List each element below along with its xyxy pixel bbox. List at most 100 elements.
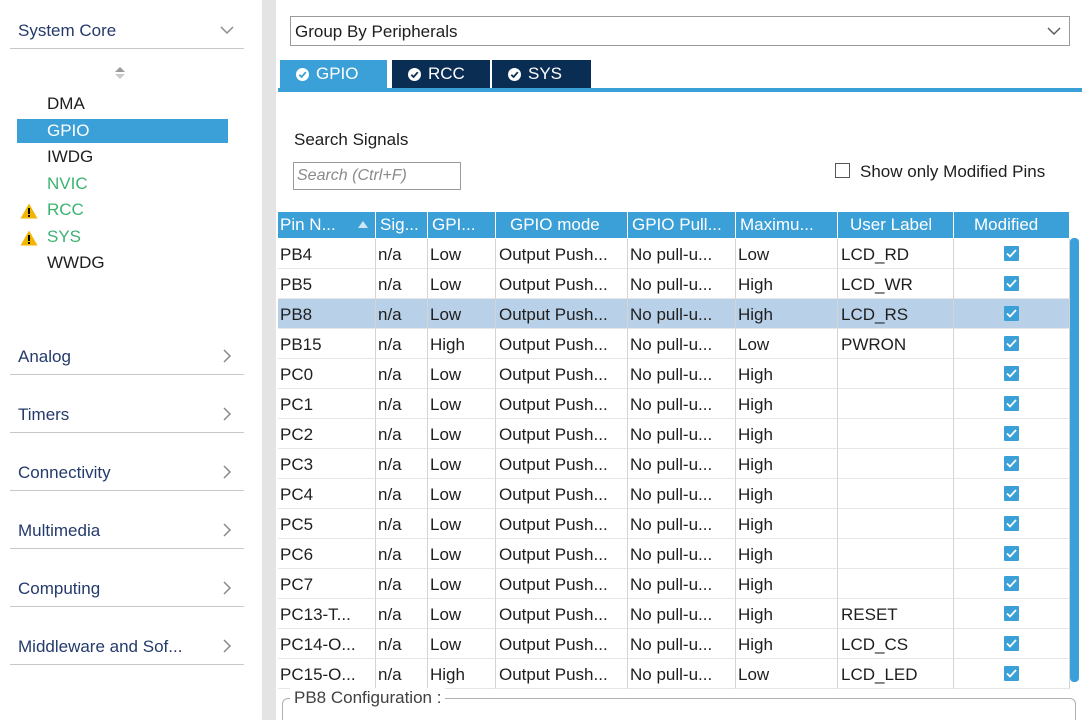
cell-max: High — [736, 539, 838, 569]
column-header-max[interactable]: Maximu... — [736, 212, 838, 238]
group-by-select[interactable]: Group By Peripherals — [290, 16, 1070, 46]
show-modified-checkbox[interactable] — [835, 163, 850, 178]
search-signals-input[interactable] — [293, 162, 461, 190]
cell-gpio: Low — [428, 509, 496, 539]
modified-cell[interactable] — [954, 389, 1070, 419]
table-row[interactable]: PC14-O... n/a Low Output Push... No pull-u..… — [278, 629, 1070, 659]
cell-pull: No pull-u... — [628, 329, 736, 359]
cell-max: High — [736, 599, 838, 629]
cell-pin: PB4 — [278, 239, 376, 269]
table-row[interactable]: PC13-T... n/a Low Output Push... No pull-u..… — [278, 599, 1070, 629]
peripheral-item-sys[interactable]: SYS — [17, 225, 228, 249]
category-label: Timers — [18, 405, 70, 424]
category-analog[interactable]: Analog — [18, 347, 244, 367]
panel-divider[interactable] — [262, 0, 276, 720]
modified-cell[interactable] — [954, 269, 1070, 299]
table-row[interactable]: PC4 n/a Low Output Push... No pull-u... High — [278, 479, 1070, 509]
modified-cell[interactable] — [954, 239, 1070, 269]
cell-gpio: High — [428, 329, 496, 359]
checkbox-checked-icon[interactable] — [1004, 336, 1019, 351]
checkbox-checked-icon[interactable] — [1004, 306, 1019, 321]
checkbox-checked-icon[interactable] — [1004, 516, 1019, 531]
tab-gpio[interactable]: GPIO — [280, 60, 387, 89]
modified-cell[interactable] — [954, 299, 1070, 329]
table-row[interactable]: PB5 n/a Low Output Push... No pull-u... High L… — [278, 269, 1070, 299]
column-header-label: Pin N... — [280, 215, 336, 234]
checkbox-checked-icon[interactable] — [1004, 576, 1019, 591]
checkbox-checked-icon[interactable] — [1004, 246, 1019, 261]
modified-cell[interactable] — [954, 509, 1070, 539]
cell-pull: No pull-u... — [628, 659, 736, 689]
table-row[interactable]: PC3 n/a Low Output Push... No pull-u... High — [278, 449, 1070, 479]
checkbox-checked-icon[interactable] — [1004, 546, 1019, 561]
cell-pin: PC3 — [278, 449, 376, 479]
modified-cell[interactable] — [954, 479, 1070, 509]
peripheral-item-nvic[interactable]: NVIC — [17, 172, 228, 196]
modified-cell[interactable] — [954, 659, 1070, 689]
table-row[interactable]: PC7 n/a Low Output Push... No pull-u... High — [278, 569, 1070, 599]
checkbox-checked-icon[interactable] — [1004, 666, 1019, 681]
checkbox-checked-icon[interactable] — [1004, 366, 1019, 381]
column-header-pin[interactable]: Pin N... — [278, 212, 376, 238]
table-row[interactable]: PC0 n/a Low Output Push... No pull-u... High — [278, 359, 1070, 389]
divider — [10, 48, 244, 49]
cell-signal: n/a — [376, 329, 428, 359]
cell-label — [838, 359, 954, 389]
checkbox-checked-icon[interactable] — [1004, 486, 1019, 501]
cell-label — [838, 419, 954, 449]
checkbox-checked-icon[interactable] — [1004, 456, 1019, 471]
modified-cell[interactable] — [954, 449, 1070, 479]
checkbox-checked-icon[interactable] — [1004, 606, 1019, 621]
tab-underline — [278, 88, 1082, 92]
vertical-scrollbar[interactable] — [1070, 238, 1079, 682]
modified-cell[interactable] — [954, 569, 1070, 599]
table-row[interactable]: PB4 n/a Low Output Push... No pull-u... Low LC… — [278, 239, 1070, 269]
column-header-signal[interactable]: Sig... — [376, 212, 428, 238]
column-header-pull[interactable]: GPIO Pull... — [628, 212, 736, 238]
column-header-label: Sig... — [380, 215, 419, 234]
table-row[interactable]: PC1 n/a Low Output Push... No pull-u... High — [278, 389, 1070, 419]
table-row[interactable]: PC15-O... n/a High Output Push... No pull-u.… — [278, 659, 1070, 689]
cell-max: Low — [736, 239, 838, 269]
cell-gpio: Low — [428, 629, 496, 659]
column-header-gpio[interactable]: GPI... — [428, 212, 496, 238]
table-row[interactable]: PC6 n/a Low Output Push... No pull-u... High — [278, 539, 1070, 569]
cell-pin: PC6 — [278, 539, 376, 569]
peripheral-item-dma[interactable]: DMA — [17, 92, 228, 116]
modified-cell[interactable] — [954, 359, 1070, 389]
peripheral-item-iwdg[interactable]: IWDG — [17, 145, 228, 169]
category-middleware-and-sof[interactable]: Middleware and Sof... — [18, 637, 244, 657]
category-system-core[interactable]: System Core — [18, 21, 244, 41]
modified-cell[interactable] — [954, 629, 1070, 659]
table-row[interactable]: PB15 n/a High Output Push... No pull-u... Low… — [278, 329, 1070, 359]
peripheral-item-wwdg[interactable]: WWDG — [17, 251, 228, 275]
cell-signal: n/a — [376, 419, 428, 449]
column-header-modified[interactable]: Modified — [954, 212, 1070, 238]
cell-signal: n/a — [376, 569, 428, 599]
checkbox-checked-icon[interactable] — [1004, 396, 1019, 411]
peripheral-item-rcc[interactable]: RCC — [17, 198, 228, 222]
modified-cell[interactable] — [954, 329, 1070, 359]
modified-cell[interactable] — [954, 599, 1070, 629]
category-multimedia[interactable]: Multimedia — [18, 521, 244, 541]
checkbox-checked-icon[interactable] — [1004, 636, 1019, 651]
column-header-label[interactable]: User Label — [838, 212, 954, 238]
cell-gpio: Low — [428, 389, 496, 419]
category-computing[interactable]: Computing — [18, 579, 244, 599]
column-header-mode[interactable]: GPIO mode — [496, 212, 628, 238]
modified-cell[interactable] — [954, 419, 1070, 449]
category-timers[interactable]: Timers — [18, 405, 244, 425]
tab-sys[interactable]: SYS — [492, 60, 591, 89]
cell-mode: Output Push... — [496, 629, 628, 659]
sort-arrows-icon[interactable] — [114, 66, 126, 80]
category-connectivity[interactable]: Connectivity — [18, 463, 244, 483]
table-row[interactable]: PC2 n/a Low Output Push... No pull-u... High — [278, 419, 1070, 449]
table-row[interactable]: PB8 n/a Low Output Push... No pull-u... High L… — [278, 299, 1070, 329]
table-row[interactable]: PC5 n/a Low Output Push... No pull-u... High — [278, 509, 1070, 539]
peripheral-label: WWDG — [47, 253, 105, 272]
peripheral-item-gpio[interactable]: GPIO — [17, 118, 228, 143]
modified-cell[interactable] — [954, 539, 1070, 569]
checkbox-checked-icon[interactable] — [1004, 426, 1019, 441]
tab-rcc[interactable]: RCC — [392, 60, 490, 89]
checkbox-checked-icon[interactable] — [1004, 276, 1019, 291]
